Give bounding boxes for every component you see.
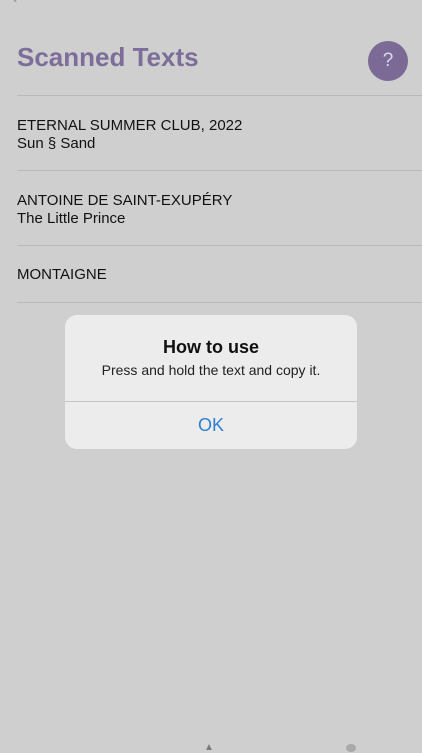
list-item-title: MONTAIGNE xyxy=(17,266,107,283)
alert-dialog: How to use Press and hold the text and c… xyxy=(65,315,357,449)
list-item-subtitle: The Little Prince xyxy=(17,210,126,227)
list-item-subtitle: Sun § Sand xyxy=(17,135,96,152)
share-icon[interactable]: ▲ xyxy=(204,742,216,753)
alert-message: Press and hold the text and copy it. xyxy=(101,362,321,378)
list-item[interactable]: MONTAIGNE xyxy=(0,246,422,302)
divider xyxy=(17,302,422,303)
list-item-title: ETERNAL SUMMER CLUB, 2022 xyxy=(17,117,243,134)
list-item[interactable]: ETERNAL SUMMER CLUB, 2022 Sun § Sand xyxy=(0,96,422,170)
help-button[interactable]: ? xyxy=(368,41,408,81)
more-icon[interactable] xyxy=(346,744,356,752)
alert-title: How to use xyxy=(162,337,259,357)
list-item-title: ANTOINE DE SAINT-EXUPÉRY xyxy=(17,192,233,209)
page-title: Scanned Texts xyxy=(17,42,199,72)
scanned-texts-list: ETERNAL SUMMER CLUB, 2022 Sun § Sand ANT… xyxy=(0,95,422,303)
header: Scanned Texts ? xyxy=(0,0,422,96)
list-item[interactable]: ANTOINE DE SAINT-EXUPÉRY The Little Prin… xyxy=(0,171,422,245)
ok-button[interactable]: OK xyxy=(65,402,357,449)
